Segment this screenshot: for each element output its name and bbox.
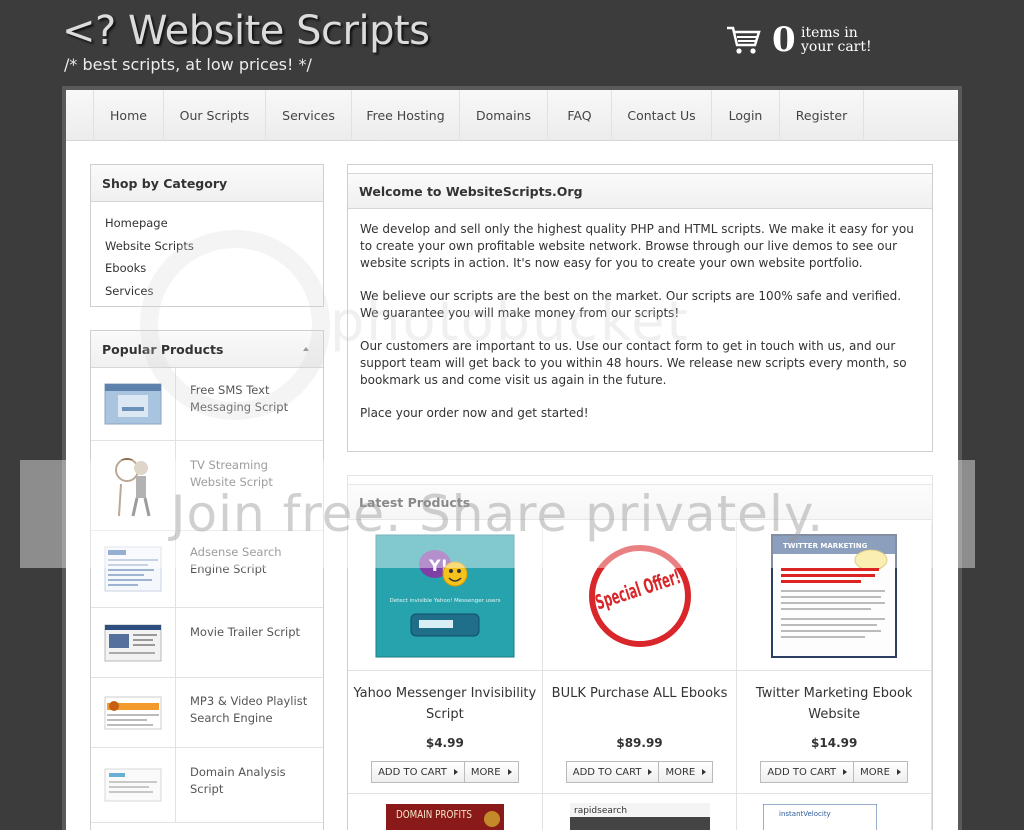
- page-container: Home Our Scripts Services Free Hosting D…: [62, 86, 962, 830]
- product-name[interactable]: Twitter Marketing Ebook Website: [737, 683, 931, 725]
- product-thumbnail[interactable]: [91, 678, 176, 747]
- domain-profits-image-text: DOMAIN PROFITS: [396, 808, 472, 821]
- cart-label-line1: items in: [801, 25, 858, 41]
- instant-velocity-image-text: instantVelocity: [779, 810, 831, 818]
- more-button[interactable]: MORE: [854, 761, 908, 783]
- welcome-title: Welcome to WebsiteScripts.Org: [348, 173, 932, 209]
- add-to-cart-label: ADD TO CART: [572, 766, 642, 778]
- more-label: MORE: [470, 766, 501, 778]
- product-name[interactable]: Yahoo Messenger Invisibility Script: [348, 683, 542, 725]
- popular-item-name[interactable]: Domain Analysis Script: [190, 764, 315, 798]
- welcome-paragraph: Place your order now and get started!: [360, 406, 589, 420]
- popular-item[interactable]: MP3 & Video Playlist Search Engine: [91, 678, 323, 748]
- sms-script-thumbnail-icon: [104, 383, 162, 425]
- add-to-cart-button[interactable]: ADD TO CART: [565, 761, 660, 783]
- category-panel-title: Shop by Category: [91, 165, 323, 202]
- rapidsearch-product-image[interactable]: rapidsearch: [569, 803, 710, 830]
- more-label: MORE: [665, 766, 696, 778]
- welcome-paragraph: We develop and sell only the highest qua…: [360, 222, 914, 270]
- nav-services[interactable]: Services: [266, 90, 352, 141]
- site-tagline: /* best scripts, at low prices! */: [64, 55, 312, 74]
- product-price: $4.99: [425, 736, 464, 750]
- domain-profits-product-image[interactable]: DOMAIN PROFITS: [386, 804, 504, 830]
- main-navigation: Home Our Scripts Services Free Hosting D…: [66, 90, 958, 141]
- play-arrow-icon: [453, 769, 458, 775]
- cart-summary[interactable]: 0 items in your cart!: [726, 20, 876, 62]
- product-actions: ADD TO CART MORE: [737, 761, 931, 783]
- nav-login[interactable]: Login: [712, 90, 780, 141]
- product-price: $14.99: [811, 736, 858, 750]
- product-card: DOMAIN PROFITS: [348, 794, 543, 830]
- add-to-cart-button[interactable]: ADD TO CART: [760, 761, 855, 783]
- domain-analysis-thumbnail-icon: [104, 768, 162, 802]
- product-price: $89.99: [616, 736, 663, 750]
- add-to-cart-button[interactable]: ADD TO CART: [371, 761, 465, 783]
- nav-our-scripts[interactable]: Our Scripts: [164, 90, 266, 141]
- nav-contact-us[interactable]: Contact Us: [612, 90, 712, 141]
- product-thumbnail[interactable]: [91, 748, 176, 822]
- popular-item-name[interactable]: Movie Trailer Script: [190, 624, 315, 641]
- shopping-cart-icon[interactable]: [726, 24, 762, 56]
- product-name[interactable]: BULK Purchase ALL Ebooks: [543, 683, 737, 704]
- play-arrow-icon: [843, 769, 848, 775]
- more-button[interactable]: MORE: [464, 761, 519, 783]
- more-button[interactable]: MORE: [659, 761, 714, 783]
- site-logo-title[interactable]: <? Website Scripts: [62, 8, 430, 54]
- more-label: MORE: [860, 766, 890, 778]
- play-arrow-icon: [896, 769, 901, 775]
- watermark-banner: Join free. Share privately.: [20, 460, 975, 568]
- product-actions: ADD TO CART MORE: [543, 761, 737, 783]
- nav-home[interactable]: Home: [94, 90, 164, 141]
- popular-item[interactable]: Domain Analysis Script: [91, 748, 323, 823]
- mp3-playlist-thumbnail-icon: [104, 696, 162, 729]
- product-card: instantVelocity: [737, 794, 933, 830]
- play-arrow-icon: [507, 769, 512, 775]
- product-card: rapidsearch: [543, 794, 738, 830]
- product-grid-next-row: DOMAIN PROFITS rapidsearch instantVeloci…: [348, 793, 933, 830]
- cart-count: 0: [772, 20, 796, 60]
- watermark-logo-ring: [140, 230, 330, 420]
- movie-trailer-thumbnail-icon: [104, 624, 162, 661]
- product-actions: ADD TO CART MORE: [348, 761, 542, 783]
- add-to-cart-label: ADD TO CART: [378, 766, 447, 778]
- yahoo-image-caption: Detect invisible Yahoo! Messenger users: [389, 598, 500, 604]
- nav-free-hosting[interactable]: Free Hosting: [352, 90, 460, 141]
- cart-label-line2: your cart!: [801, 39, 872, 55]
- nav-register[interactable]: Register: [780, 90, 864, 141]
- nav-domains[interactable]: Domains: [460, 90, 548, 141]
- product-thumbnail[interactable]: [91, 608, 176, 677]
- nav-faq[interactable]: FAQ: [548, 90, 612, 141]
- add-to-cart-label: ADD TO CART: [767, 766, 837, 778]
- watermark-logo-text: photobucket: [330, 290, 690, 353]
- popular-item[interactable]: Movie Trailer Script: [91, 608, 323, 678]
- rapidsearch-image-text: rapidsearch: [574, 806, 627, 816]
- category-homepage[interactable]: Homepage: [105, 212, 323, 235]
- popular-item-name[interactable]: MP3 & Video Playlist Search Engine: [190, 693, 315, 727]
- instant-velocity-product-image[interactable]: instantVelocity: [763, 804, 878, 830]
- play-arrow-icon: [702, 769, 707, 775]
- play-arrow-icon: [648, 769, 653, 775]
- cart-label: items in your cart!: [801, 26, 872, 54]
- site-header: <? Website Scripts /* best scripts, at l…: [0, 0, 1024, 90]
